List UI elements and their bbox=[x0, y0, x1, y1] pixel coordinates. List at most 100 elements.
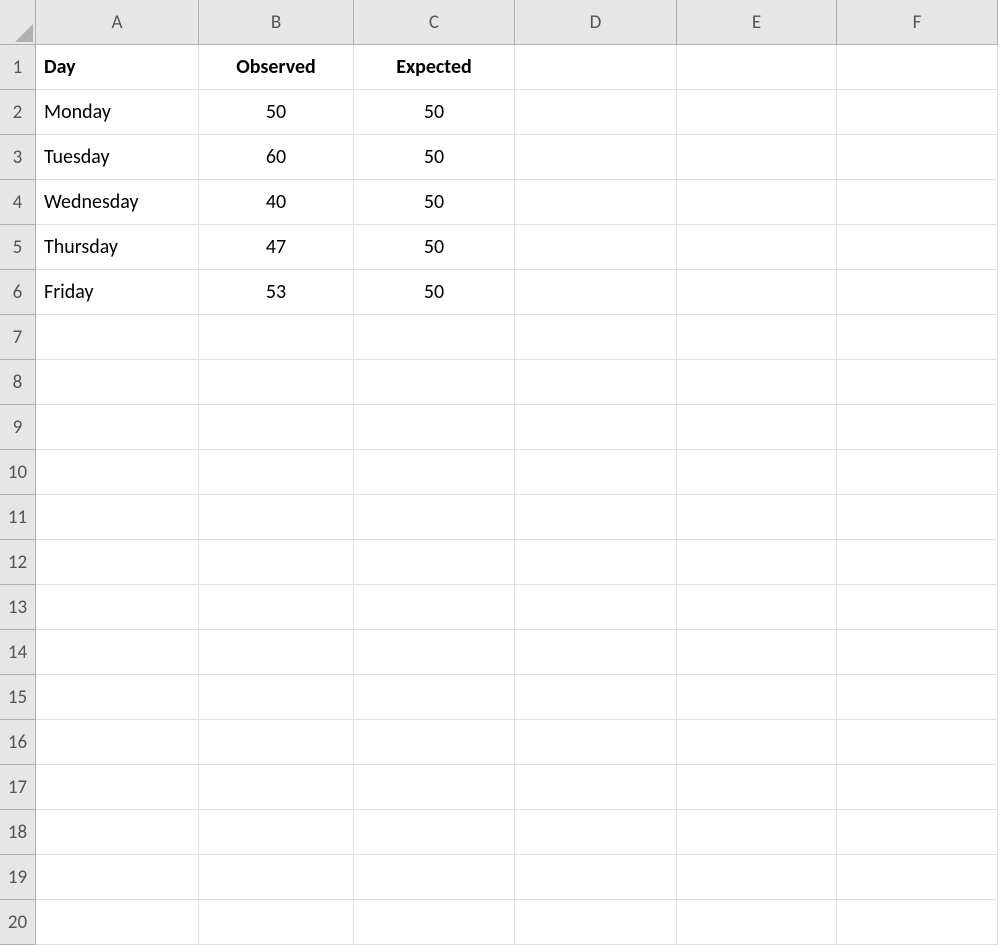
cell-C16[interactable] bbox=[354, 720, 515, 765]
column-header-A[interactable]: A bbox=[36, 0, 199, 45]
row-header-14[interactable]: 14 bbox=[0, 630, 36, 675]
cell-C20[interactable] bbox=[354, 900, 515, 945]
cell-D3[interactable] bbox=[515, 135, 677, 180]
cell-B10[interactable] bbox=[199, 450, 354, 495]
cell-E12[interactable] bbox=[677, 540, 837, 585]
cell-F19[interactable] bbox=[837, 855, 998, 900]
row-header-8[interactable]: 8 bbox=[0, 360, 36, 405]
cell-B9[interactable] bbox=[199, 405, 354, 450]
cell-E19[interactable] bbox=[677, 855, 837, 900]
cell-D4[interactable] bbox=[515, 180, 677, 225]
cell-D20[interactable] bbox=[515, 900, 677, 945]
cell-F7[interactable] bbox=[837, 315, 998, 360]
cell-A3[interactable]: Tuesday bbox=[36, 135, 199, 180]
cell-D19[interactable] bbox=[515, 855, 677, 900]
cell-D15[interactable] bbox=[515, 675, 677, 720]
cell-C17[interactable] bbox=[354, 765, 515, 810]
cell-A4[interactable]: Wednesday bbox=[36, 180, 199, 225]
cell-B20[interactable] bbox=[199, 900, 354, 945]
cell-F2[interactable] bbox=[837, 90, 998, 135]
cell-E1[interactable] bbox=[677, 45, 837, 90]
row-header-2[interactable]: 2 bbox=[0, 90, 36, 135]
cell-A14[interactable] bbox=[36, 630, 199, 675]
cell-B1[interactable]: Observed bbox=[199, 45, 354, 90]
cell-B15[interactable] bbox=[199, 675, 354, 720]
cell-A2[interactable]: Monday bbox=[36, 90, 199, 135]
cell-C8[interactable] bbox=[354, 360, 515, 405]
cell-E13[interactable] bbox=[677, 585, 837, 630]
row-header-3[interactable]: 3 bbox=[0, 135, 36, 180]
row-header-12[interactable]: 12 bbox=[0, 540, 36, 585]
row-header-18[interactable]: 18 bbox=[0, 810, 36, 855]
cell-A1[interactable]: Day bbox=[36, 45, 199, 90]
cell-E2[interactable] bbox=[677, 90, 837, 135]
cell-F15[interactable] bbox=[837, 675, 998, 720]
cell-B8[interactable] bbox=[199, 360, 354, 405]
row-header-1[interactable]: 1 bbox=[0, 45, 36, 90]
cell-E3[interactable] bbox=[677, 135, 837, 180]
cell-C2[interactable]: 50 bbox=[354, 90, 515, 135]
row-header-20[interactable]: 20 bbox=[0, 900, 36, 945]
cell-F10[interactable] bbox=[837, 450, 998, 495]
cell-A8[interactable] bbox=[36, 360, 199, 405]
cell-F6[interactable] bbox=[837, 270, 998, 315]
cell-A18[interactable] bbox=[36, 810, 199, 855]
cell-D6[interactable] bbox=[515, 270, 677, 315]
cell-E9[interactable] bbox=[677, 405, 837, 450]
cell-A6[interactable]: Friday bbox=[36, 270, 199, 315]
cell-D7[interactable] bbox=[515, 315, 677, 360]
cell-C10[interactable] bbox=[354, 450, 515, 495]
cell-E6[interactable] bbox=[677, 270, 837, 315]
cell-A13[interactable] bbox=[36, 585, 199, 630]
cell-F17[interactable] bbox=[837, 765, 998, 810]
cell-C12[interactable] bbox=[354, 540, 515, 585]
cell-F13[interactable] bbox=[837, 585, 998, 630]
cell-B6[interactable]: 53 bbox=[199, 270, 354, 315]
cell-D18[interactable] bbox=[515, 810, 677, 855]
cell-D10[interactable] bbox=[515, 450, 677, 495]
column-header-B[interactable]: B bbox=[199, 0, 354, 45]
row-header-17[interactable]: 17 bbox=[0, 765, 36, 810]
cell-C18[interactable] bbox=[354, 810, 515, 855]
row-header-6[interactable]: 6 bbox=[0, 270, 36, 315]
cell-A12[interactable] bbox=[36, 540, 199, 585]
cell-D17[interactable] bbox=[515, 765, 677, 810]
cell-E14[interactable] bbox=[677, 630, 837, 675]
cell-D9[interactable] bbox=[515, 405, 677, 450]
column-header-D[interactable]: D bbox=[515, 0, 677, 45]
row-header-16[interactable]: 16 bbox=[0, 720, 36, 765]
spreadsheet-grid[interactable]: ABCDEF1DayObservedExpected2Monday50503Tu… bbox=[0, 0, 1002, 945]
cell-B16[interactable] bbox=[199, 720, 354, 765]
row-header-9[interactable]: 9 bbox=[0, 405, 36, 450]
cell-D2[interactable] bbox=[515, 90, 677, 135]
column-header-F[interactable]: F bbox=[837, 0, 998, 45]
cell-E11[interactable] bbox=[677, 495, 837, 540]
cell-C7[interactable] bbox=[354, 315, 515, 360]
cell-A17[interactable] bbox=[36, 765, 199, 810]
column-header-E[interactable]: E bbox=[677, 0, 837, 45]
cell-D5[interactable] bbox=[515, 225, 677, 270]
cell-C13[interactable] bbox=[354, 585, 515, 630]
row-header-7[interactable]: 7 bbox=[0, 315, 36, 360]
cell-E8[interactable] bbox=[677, 360, 837, 405]
cell-F3[interactable] bbox=[837, 135, 998, 180]
cell-F16[interactable] bbox=[837, 720, 998, 765]
cell-D12[interactable] bbox=[515, 540, 677, 585]
cell-A16[interactable] bbox=[36, 720, 199, 765]
cell-B2[interactable]: 50 bbox=[199, 90, 354, 135]
cell-C11[interactable] bbox=[354, 495, 515, 540]
cell-F8[interactable] bbox=[837, 360, 998, 405]
cell-E4[interactable] bbox=[677, 180, 837, 225]
cell-E7[interactable] bbox=[677, 315, 837, 360]
cell-E20[interactable] bbox=[677, 900, 837, 945]
cell-C14[interactable] bbox=[354, 630, 515, 675]
row-header-11[interactable]: 11 bbox=[0, 495, 36, 540]
cell-A7[interactable] bbox=[36, 315, 199, 360]
cell-C5[interactable]: 50 bbox=[354, 225, 515, 270]
cell-B13[interactable] bbox=[199, 585, 354, 630]
cell-F14[interactable] bbox=[837, 630, 998, 675]
cell-A15[interactable] bbox=[36, 675, 199, 720]
cell-B18[interactable] bbox=[199, 810, 354, 855]
cell-B5[interactable]: 47 bbox=[199, 225, 354, 270]
cell-E5[interactable] bbox=[677, 225, 837, 270]
